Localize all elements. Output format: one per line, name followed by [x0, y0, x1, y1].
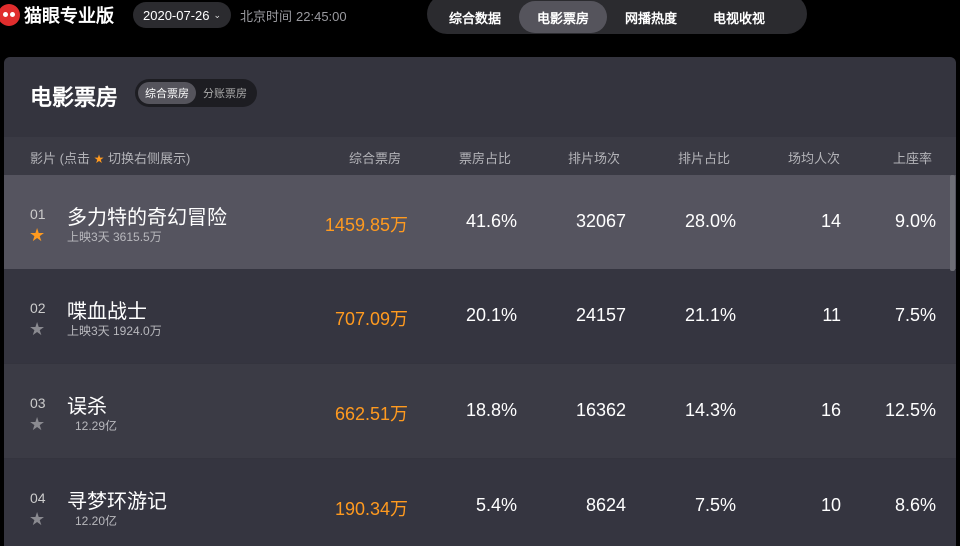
shows-value: 16362 [575, 400, 626, 420]
box-share-value: 5.4% [475, 495, 517, 515]
cat-eye-logo-icon [0, 4, 20, 26]
avg-viewers-value: 10 [820, 495, 841, 515]
date-picker[interactable]: 2020-07-26 ⌄ [133, 2, 232, 28]
table-row[interactable]: 01 ★ 多力特的奇幻冒险 上映3天 3615.5万 1459.85万 41.6… [4, 175, 956, 269]
movie-title: 多力特的奇幻冒险 [67, 207, 227, 229]
rank: 02 [30, 300, 46, 316]
column-header-box-share[interactable]: 票房占比 [459, 148, 511, 167]
table-row[interactable]: 02 ★ 喋血战士 上映3天 1924.0万 707.09万 20.1% 241… [4, 269, 956, 363]
column-header-box-office[interactable]: 综合票房 [349, 148, 401, 167]
occupancy-value: 7.5% [894, 305, 936, 325]
star-icon[interactable]: ★ [29, 319, 45, 340]
rank: 03 [30, 395, 46, 411]
column-header-avg-viewers[interactable]: 场均人次 [788, 148, 840, 167]
clock-label: 北京时间 [240, 9, 293, 24]
rank: 04 [30, 490, 46, 506]
shows-value: 8624 [585, 495, 626, 515]
beijing-clock: 北京时间 22:45:00 [240, 6, 347, 25]
table-row[interactable]: 03 ★ 误杀 12.29亿 662.51万 18.8% 16362 14.3%… [4, 364, 956, 458]
avg-viewers-value: 16 [820, 400, 841, 420]
movie-title: 误杀 [67, 396, 107, 418]
movie-title: 寻梦环游记 [67, 491, 167, 513]
shows-value: 24157 [575, 305, 626, 325]
movie-meta: 12.29亿 [75, 419, 118, 433]
column-header-shows[interactable]: 排片场次 [568, 148, 620, 167]
star-icon[interactable]: ★ [29, 509, 45, 530]
avg-viewers-value: 11 [822, 305, 841, 325]
subtab-split-box-office[interactable]: 分账票房 [196, 82, 254, 104]
box-office-panel: 电影票房 综合票房 分账票房 影片 (点击 ★ 切换右侧展示) 综合票房 票房占… [4, 57, 956, 546]
occupancy-value: 8.6% [894, 495, 936, 515]
tab-tv-ratings[interactable]: 电视收视 [695, 1, 783, 33]
box-office-value: 707.09万 [334, 309, 408, 329]
film-header-prefix: 影片 (点击 [30, 151, 90, 166]
show-share-value: 7.5% [694, 495, 736, 515]
shows-value: 32067 [575, 211, 626, 231]
box-office-value: 1459.85万 [324, 215, 408, 235]
app-name: 猫眼专业版 [24, 6, 114, 26]
subtab-combined-box-office[interactable]: 综合票房 [138, 82, 196, 104]
movie-meta: 上映3天 1924.0万 [67, 324, 162, 338]
star-icon[interactable]: ★ [29, 414, 45, 435]
box-share-value: 18.8% [465, 400, 517, 420]
table-row[interactable]: 04 ★ 寻梦环游记 12.20亿 190.34万 5.4% 8624 7.5%… [4, 459, 956, 546]
tab-web-heat[interactable]: 网播热度 [607, 1, 695, 33]
rank: 01 [30, 206, 46, 222]
box-office-value: 190.34万 [334, 499, 408, 519]
scrollbar[interactable] [950, 175, 955, 271]
column-header-occupancy[interactable]: 上座率 [893, 148, 932, 167]
chevron-down-icon: ⌄ [213, 9, 222, 20]
film-column-header[interactable]: 影片 (点击 ★ 切换右侧展示) [30, 148, 190, 167]
box-share-value: 41.6% [465, 211, 517, 231]
tab-overview[interactable]: 综合数据 [431, 1, 519, 33]
occupancy-value: 12.5% [884, 400, 936, 420]
table-header: 影片 (点击 ★ 切换右侧展示) 综合票房 票房占比 排片场次 排片占比 场均人… [4, 137, 956, 175]
subtab-switch: 综合票房 分账票房 [135, 79, 257, 107]
star-icon[interactable]: ★ [29, 225, 45, 246]
film-header-suffix: 切换右侧展示) [107, 151, 191, 166]
date-value: 2020-07-26 [143, 7, 210, 23]
show-share-value: 28.0% [684, 211, 736, 231]
page-title: 电影票房 [30, 85, 119, 110]
box-share-value: 20.1% [465, 305, 517, 325]
main-nav: 综合数据 电影票房 网播热度 电视收视 [427, 0, 807, 34]
box-office-value: 662.51万 [334, 404, 408, 424]
tab-movie-box-office[interactable]: 电影票房 [519, 1, 608, 33]
avg-viewers-value: 14 [820, 211, 841, 231]
occupancy-value: 9.0% [894, 211, 936, 231]
top-bar: 猫眼专业版 2020-07-26 ⌄ 北京时间 22:45:00 综合数据 电影票… [0, 0, 960, 38]
show-share-value: 14.3% [684, 400, 736, 420]
star-icon: ★ [93, 152, 105, 166]
movie-meta: 12.20亿 [75, 514, 118, 528]
app-logo[interactable]: 猫眼专业版 [0, 2, 114, 28]
clock-time: 22:45:00 [296, 9, 347, 24]
movie-title: 喋血战士 [67, 301, 147, 323]
show-share-value: 21.1% [684, 305, 736, 325]
movie-meta: 上映3天 3615.5万 [67, 230, 162, 244]
column-header-show-share[interactable]: 排片占比 [678, 148, 730, 167]
